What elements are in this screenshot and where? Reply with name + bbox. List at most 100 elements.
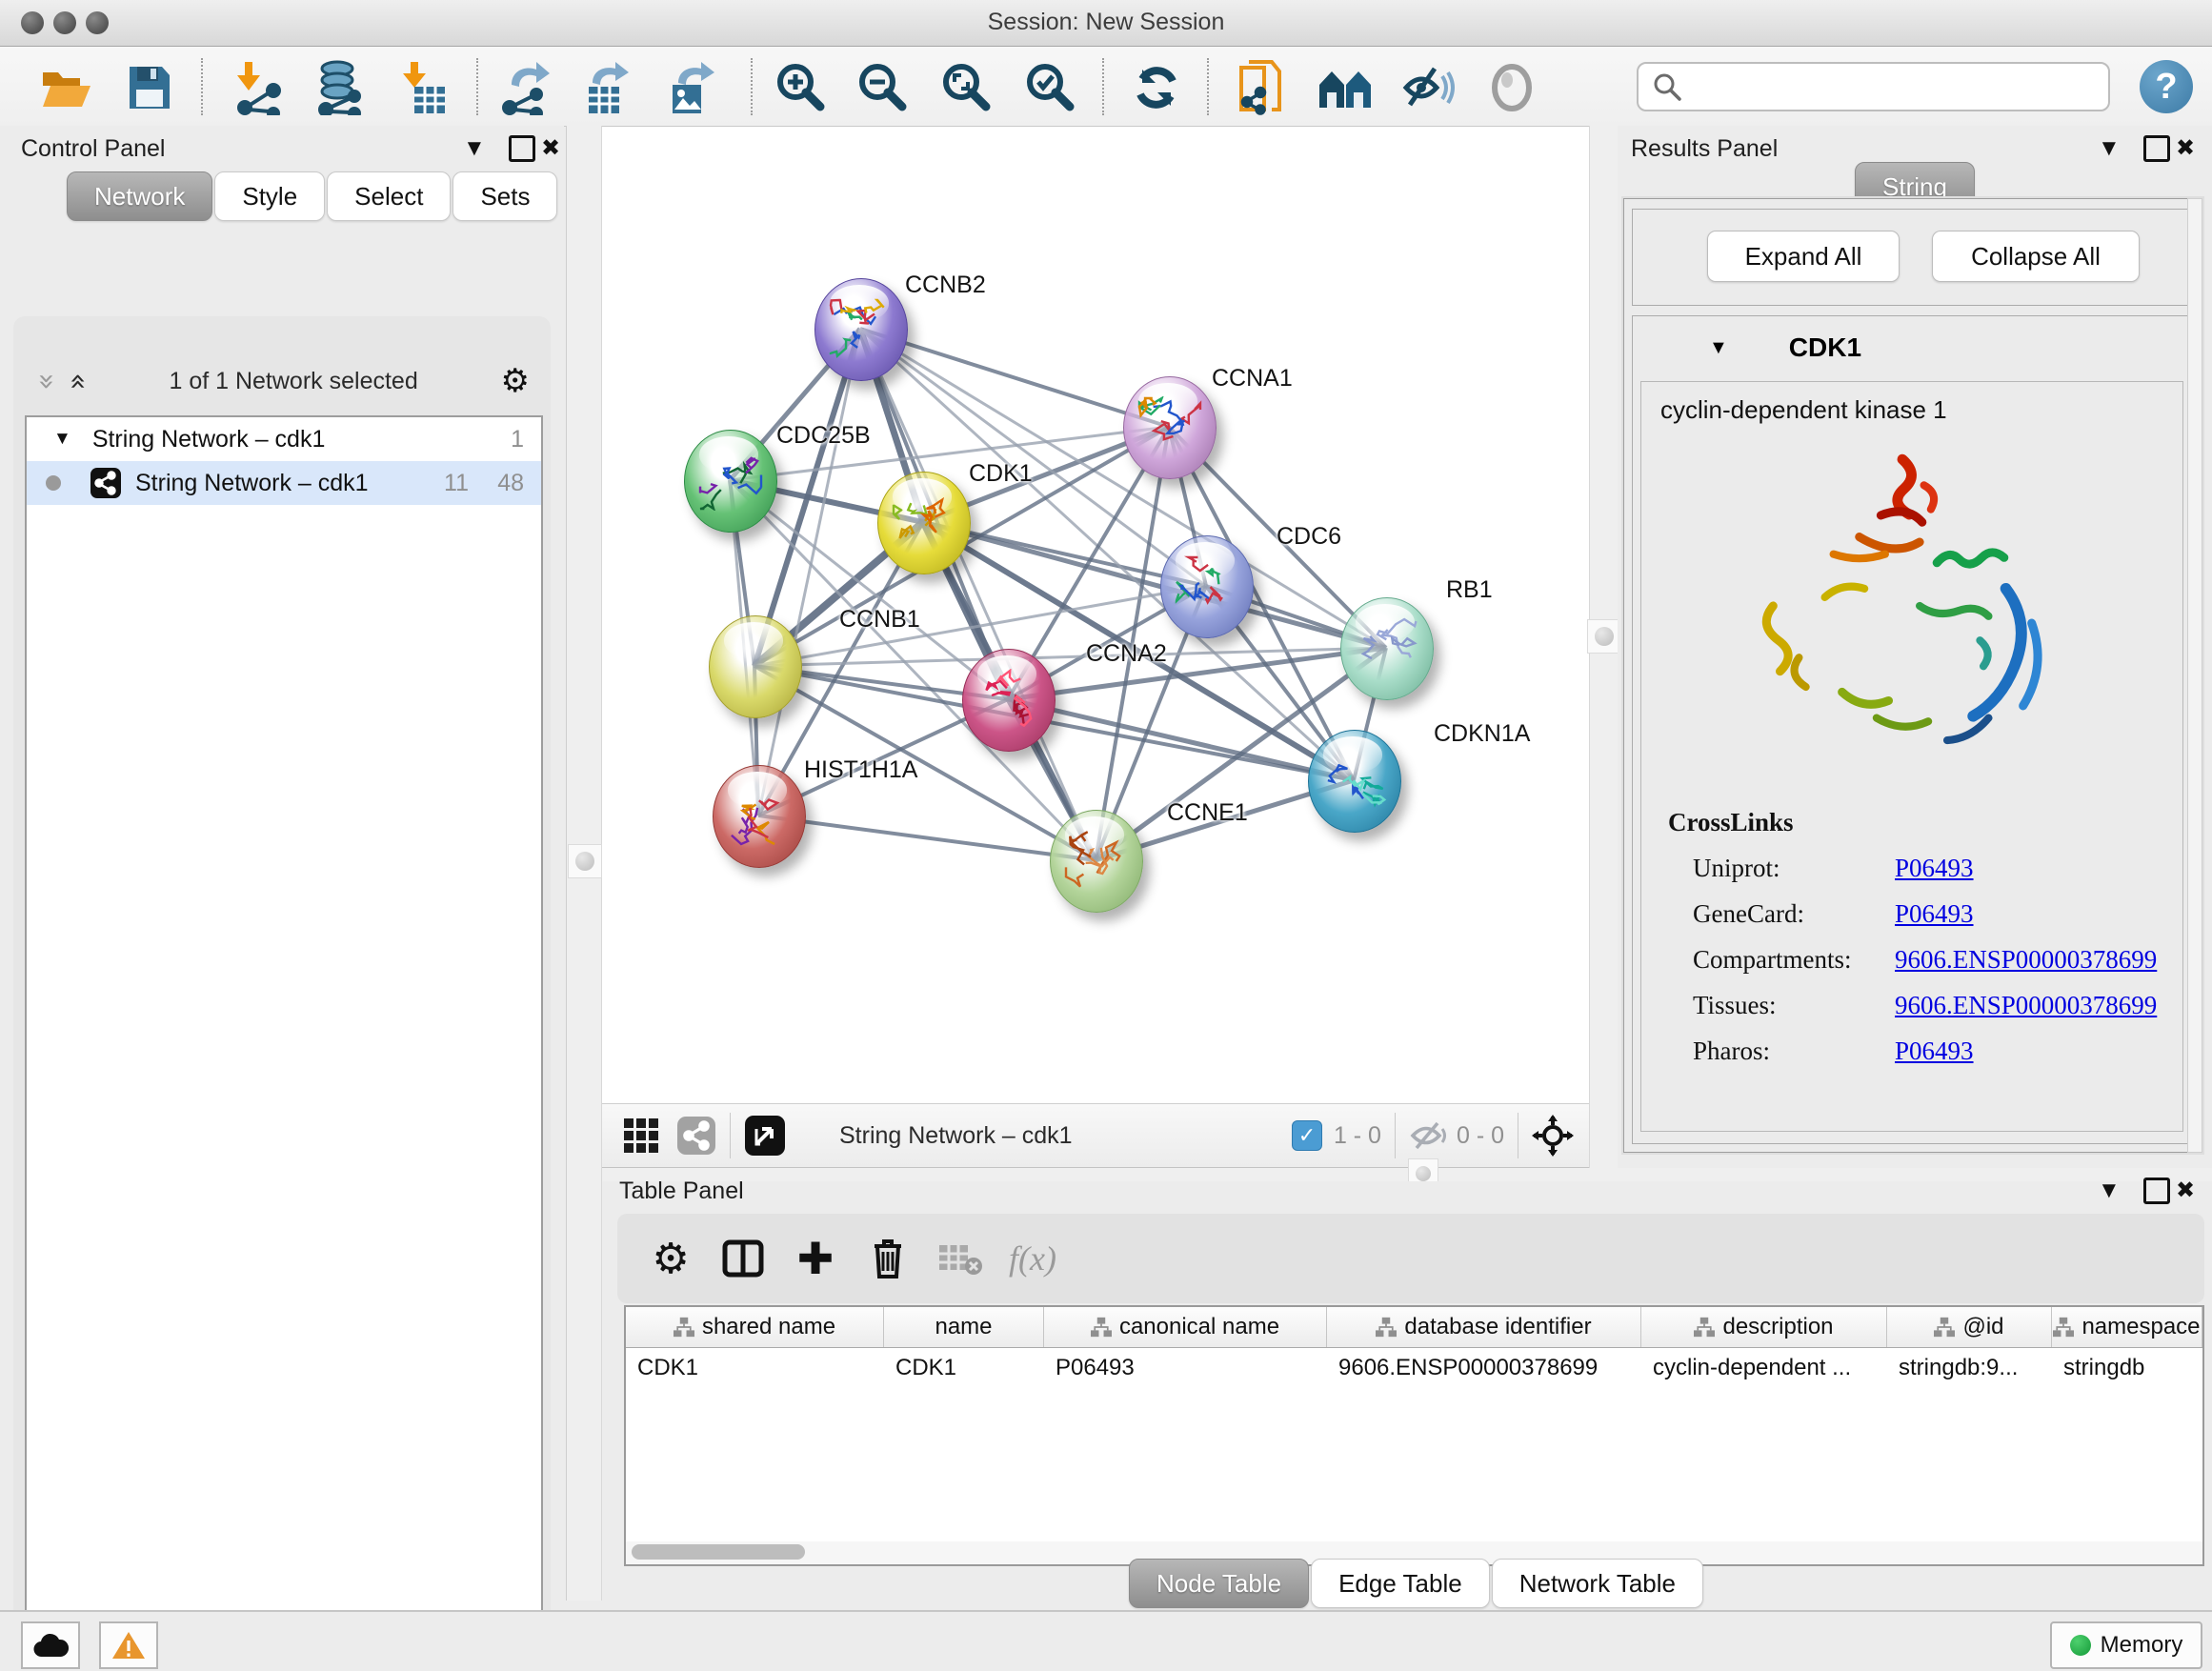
network-node-CDC6[interactable]: [1160, 535, 1254, 638]
detach-view-icon[interactable]: [744, 1115, 786, 1157]
table-cell[interactable]: cyclin-dependent ...: [1641, 1348, 1887, 1390]
save-session-button[interactable]: [120, 60, 179, 115]
results-scrollbar-track[interactable]: [2187, 198, 2202, 1153]
hide-show-button[interactable]: [1398, 60, 1458, 115]
network-node-HIST1H1A[interactable]: [713, 765, 806, 868]
results-panel-close-button[interactable]: ✖: [2176, 137, 2195, 160]
column-header-database-identifier[interactable]: database identifier: [1327, 1307, 1641, 1347]
right-splitter[interactable]: [1589, 126, 1619, 1168]
expand-all-networks-icon[interactable]: »: [61, 372, 94, 390]
table-cell[interactable]: P06493: [1044, 1348, 1327, 1390]
network-node-CCNB1[interactable]: [709, 615, 802, 718]
table-cell[interactable]: 9606.ENSP00000378699: [1327, 1348, 1641, 1390]
inspector-eye-button[interactable]: [1482, 60, 1541, 115]
tab-style[interactable]: Style: [214, 171, 325, 221]
column-header-shared-name[interactable]: shared name: [626, 1307, 884, 1347]
collapse-all-networks-icon[interactable]: »: [30, 372, 64, 390]
table-panel-menu-caret[interactable]: ▼: [2098, 1179, 2121, 1202]
table-panel-close-button[interactable]: ✖: [2176, 1179, 2195, 1202]
birdseye-crosshair-icon[interactable]: [1532, 1115, 1574, 1157]
column-header-canonical-name[interactable]: canonical name: [1044, 1307, 1327, 1347]
network-canvas[interactable]: CCNB2CCNA1CDC25BCDK1CDC6RB1CCNB1CCNA2CDK…: [602, 127, 1589, 1103]
table-cell[interactable]: stringdb: [2052, 1348, 2202, 1390]
left-splitter[interactable]: [566, 126, 602, 1601]
memory-button[interactable]: Memory: [2050, 1621, 2202, 1669]
annotation-share-button[interactable]: [1231, 60, 1290, 115]
import-table-button[interactable]: [393, 60, 452, 115]
export-network-button[interactable]: [495, 60, 554, 115]
network-list-options-gear-icon[interactable]: ⚙: [501, 362, 530, 400]
import-network-button[interactable]: [229, 60, 288, 115]
column-header-description[interactable]: description: [1641, 1307, 1887, 1347]
cloud-status-button[interactable]: [21, 1621, 80, 1669]
add-column-icon[interactable]: ✚: [779, 1233, 852, 1284]
network-row-selected[interactable]: String Network – cdk1 11 48: [27, 461, 541, 505]
open-session-button[interactable]: [36, 60, 95, 115]
selected-checkbox-icon[interactable]: ✓: [1292, 1120, 1322, 1151]
table-panel-float-button[interactable]: [2143, 1178, 2170, 1204]
grid-view-icon[interactable]: [623, 1117, 659, 1154]
table-cell[interactable]: CDK1: [884, 1348, 1044, 1390]
export-table-button[interactable]: [577, 60, 636, 115]
network-node-CCNA1[interactable]: [1123, 376, 1217, 479]
zoom-selected-button[interactable]: [1021, 60, 1080, 115]
import-network-from-database-button[interactable]: [309, 60, 368, 115]
control-panel-float-button[interactable]: [509, 135, 535, 162]
zoom-out-button[interactable]: [854, 60, 913, 115]
control-panel-menu-caret[interactable]: ▼: [463, 137, 486, 160]
network-edge[interactable]: [860, 329, 1169, 427]
section-collapse-caret[interactable]: ▼: [1709, 337, 1728, 359]
bottom-splitter[interactable]: [602, 1168, 2212, 1181]
network-badge-icon[interactable]: [676, 1116, 716, 1156]
crosslink-link[interactable]: 9606.ENSP00000378699: [1895, 991, 2157, 1019]
delete-column-icon[interactable]: [852, 1237, 924, 1280]
table-cell[interactable]: stringdb:9...: [1887, 1348, 2052, 1390]
results-panel-menu-caret[interactable]: ▼: [2098, 137, 2121, 160]
collapse-all-button[interactable]: Collapse All: [1932, 231, 2140, 282]
crosslink-link[interactable]: P06493: [1895, 854, 1974, 882]
control-panel-close-button[interactable]: ✖: [541, 137, 560, 160]
table-cell[interactable]: CDK1: [626, 1348, 884, 1390]
network-node-CCNB2[interactable]: [814, 278, 908, 381]
network-node-RB1[interactable]: [1340, 597, 1434, 700]
tree-expand-caret[interactable]: ▼: [53, 429, 71, 450]
results-panel-float-button[interactable]: [2143, 135, 2170, 162]
refresh-button[interactable]: [1127, 60, 1186, 115]
tab-edge-table[interactable]: Edge Table: [1311, 1559, 1490, 1608]
expand-all-button[interactable]: Expand All: [1707, 231, 1900, 282]
tab-select[interactable]: Select: [327, 171, 451, 221]
search-field[interactable]: [1637, 62, 2110, 111]
network-collection-row[interactable]: ▼ String Network – cdk1 1: [27, 417, 541, 461]
tab-node-table[interactable]: Node Table: [1129, 1559, 1309, 1608]
table-options-gear-icon[interactable]: ⚙: [634, 1235, 707, 1283]
network-node-CCNA2[interactable]: [962, 649, 1056, 752]
network-overview-button[interactable]: [1316, 60, 1375, 115]
zoom-fit-button[interactable]: [937, 60, 996, 115]
left-splitter-handle[interactable]: [568, 844, 602, 878]
tab-network[interactable]: Network: [67, 171, 212, 221]
tab-network-table[interactable]: Network Table: [1492, 1559, 1703, 1608]
network-node-CDC25B[interactable]: [684, 430, 777, 533]
column-header-namespace[interactable]: namespace: [2052, 1307, 2202, 1347]
crosslink-link[interactable]: P06493: [1895, 1037, 1974, 1065]
network-node-CCNE1[interactable]: [1050, 810, 1143, 913]
show-columns-icon[interactable]: [707, 1238, 779, 1279]
protein-section-header[interactable]: ▼ CDK1: [1633, 316, 2191, 379]
tab-sets[interactable]: Sets: [452, 171, 557, 221]
network-node-CDK1[interactable]: [877, 472, 971, 574]
crosslink-link[interactable]: 9606.ENSP00000378699: [1895, 945, 2157, 974]
right-splitter-handle[interactable]: [1587, 619, 1621, 654]
network-node-CDKN1A[interactable]: [1308, 730, 1401, 833]
table-row[interactable]: CDK1CDK1P064939606.ENSP00000378699cyclin…: [626, 1348, 2202, 1390]
table-hscrollbar-thumb[interactable]: [632, 1544, 805, 1560]
table-panel-title: Table Panel: [619, 1178, 744, 1205]
column-header-@id[interactable]: @id: [1887, 1307, 2052, 1347]
column-header-name[interactable]: name: [884, 1307, 1044, 1347]
warnings-button[interactable]: [99, 1621, 158, 1669]
network-edge[interactable]: [758, 815, 1096, 860]
crosslink-link[interactable]: P06493: [1895, 899, 1974, 928]
zoom-in-button[interactable]: [772, 60, 831, 115]
search-input[interactable]: [1682, 72, 2086, 101]
help-button[interactable]: ?: [2140, 60, 2193, 113]
export-image-button[interactable]: [661, 60, 720, 115]
